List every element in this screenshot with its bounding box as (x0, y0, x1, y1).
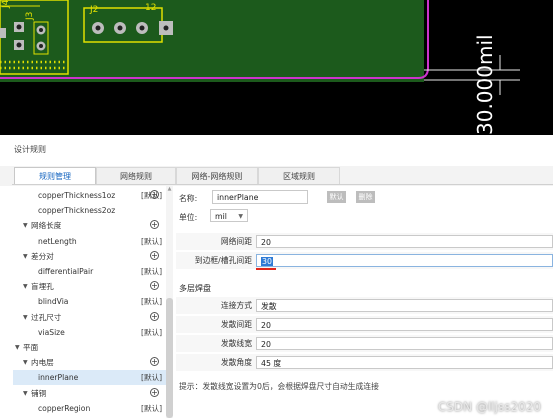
tree-item[interactable]: differentialPair [默认] (13, 264, 166, 279)
tree-item[interactable]: copperThickness1oz + [默认] (13, 188, 166, 203)
default-tag: [默认] (141, 403, 163, 413)
tree-item[interactable]: ▼ 铺铜 + (13, 386, 166, 401)
field-label: 发散角度 (220, 358, 252, 367)
add-icon[interactable]: + (150, 387, 159, 397)
add-icon[interactable]: + (150, 311, 159, 321)
tree-item[interactable]: copperThickness2oz (13, 203, 166, 218)
caret-down-icon[interactable]: ▼ (23, 355, 28, 370)
default-button[interactable]: 默认 (327, 191, 346, 203)
field-label: 连接方式 (220, 301, 252, 310)
dialog-title: 设计规则 (14, 145, 46, 154)
caret-down-icon[interactable]: ▼ (23, 386, 28, 401)
tree-item-label: copperRegion (38, 403, 91, 413)
tree-item-label: innerPlane (38, 373, 79, 383)
name-label: 名称: (179, 194, 198, 203)
field-input[interactable]: 发散 (256, 299, 553, 312)
tree-item[interactable]: ▼ 差分对 + (13, 249, 166, 264)
tree-item-label: 铺铜 (31, 388, 47, 398)
add-icon[interactable]: + (150, 281, 159, 291)
rule-tree[interactable]: copperThickness1oz + [默认] copperThickness2o… (13, 186, 166, 418)
default-tag: [默认] (141, 267, 163, 276)
delete-button[interactable]: 删除 (356, 191, 375, 203)
section-title: 多层焊盘 (179, 284, 211, 293)
tab-rule-management[interactable]: 规则管理 (14, 167, 96, 184)
watermark: CSDN @lljss2020 (437, 400, 541, 414)
unit-value: mil (215, 212, 227, 221)
tree-item-label: 平面 (23, 343, 39, 352)
pcb-label-12: 12 (145, 3, 156, 13)
field-input[interactable]: 20 (256, 318, 553, 331)
tree-scrollbar[interactable]: ▲ (166, 186, 173, 418)
default-tag: [默认] (141, 297, 163, 307)
field-label: 发散线宽 (220, 339, 252, 348)
tree-item[interactable]: ▼ 过孔尺寸 + (13, 310, 166, 325)
tree-item-label: 盲埋孔 (31, 282, 54, 292)
tree-item-label: 过孔尺寸 (31, 312, 62, 322)
field-label: 发散间距 (220, 320, 252, 329)
red-underline (256, 268, 276, 270)
tree-item-label: viaSize (38, 327, 65, 337)
hint-text: 提示：发散线宽设置为0后，会根据焊盘尺寸自动生成连接 (179, 382, 379, 391)
tree-item[interactable]: ▼ 平面 (13, 340, 166, 355)
tree-item-label: blindVia (38, 297, 69, 307)
tree-item-label: copperThickness2oz (38, 206, 116, 216)
field-label: 网络间距 (220, 237, 252, 246)
tab-region-rules[interactable]: 区域规则 (258, 167, 340, 184)
tree-item-label: differentialPair (38, 267, 94, 276)
field-input[interactable]: 20 (256, 235, 553, 248)
rule-name-input[interactable]: innerPlane (212, 190, 308, 204)
tree-item[interactable]: ▼ 盲埋孔 + (13, 279, 166, 294)
add-icon[interactable]: + (150, 220, 159, 230)
tree-item-label: 内电层 (31, 358, 54, 368)
field-label: 到边框/槽孔间距 (194, 256, 252, 265)
scrollbar-thumb[interactable] (166, 298, 173, 418)
design-rules-dialog: 设计规则 规则管理 网络规则 网络-网络规则 区域规则 copperThickn… (0, 138, 553, 418)
chevron-down-icon: ▼ (238, 213, 243, 220)
default-tag: [默认] (141, 236, 163, 246)
add-icon[interactable]: + (150, 250, 159, 260)
field-input[interactable]: 45 度 (256, 356, 553, 369)
pcb-canvas[interactable]: J4 J3 J2 12 30.000mil (0, 0, 553, 135)
tree-item[interactable]: ▼ 内电层 + (13, 355, 166, 370)
tree-item-label: 差分对 (31, 251, 54, 261)
caret-down-icon[interactable]: ▼ (23, 218, 28, 233)
tree-item-label: netLength (38, 236, 77, 246)
tab-net-rules[interactable]: 网络规则 (96, 167, 176, 184)
selected-value: 30 (261, 257, 273, 266)
tree-item[interactable]: copperRegion [默认] (13, 401, 166, 416)
caret-down-icon[interactable]: ▼ (23, 310, 28, 325)
pcb-label-j2: J2 (89, 5, 98, 15)
caret-down-icon[interactable]: ▼ (15, 340, 20, 355)
add-icon[interactable]: + (150, 357, 159, 367)
unit-select[interactable]: mil ▼ (210, 209, 248, 222)
default-tag: [默认] (141, 191, 163, 200)
field-input[interactable]: 30 (256, 254, 553, 267)
tree-item[interactable]: ▼ 网络长度 + (13, 218, 166, 233)
tree-item[interactable]: blindVia [默认] (13, 294, 166, 309)
scroll-up-icon[interactable]: ▲ (166, 186, 173, 193)
tab-net-net-rules[interactable]: 网络-网络规则 (176, 167, 258, 184)
tree-item[interactable]: viaSize [默认] (13, 325, 166, 340)
caret-down-icon[interactable]: ▼ (23, 249, 28, 264)
tree-item[interactable]: innerPlane [默认] (13, 370, 166, 386)
default-tag: [默认] (141, 327, 163, 337)
pcb-drawing: J4 J3 J2 12 30.000mil (0, 0, 520, 135)
pcb-label-j4: J4 (1, 0, 11, 9)
unit-label: 单位: (179, 213, 198, 222)
caret-down-icon[interactable]: ▼ (23, 279, 28, 294)
tree-item[interactable]: netLength [默认] (13, 234, 166, 249)
default-tag: [默认] (141, 373, 163, 383)
field-input[interactable]: 20 (256, 337, 553, 350)
tree-item-label: 网络长度 (31, 221, 62, 231)
dimension-text: 30.000mil (473, 34, 497, 135)
pcb-label-j3: J3 (25, 12, 35, 21)
tree-item-label: copperThickness1oz (38, 191, 116, 200)
